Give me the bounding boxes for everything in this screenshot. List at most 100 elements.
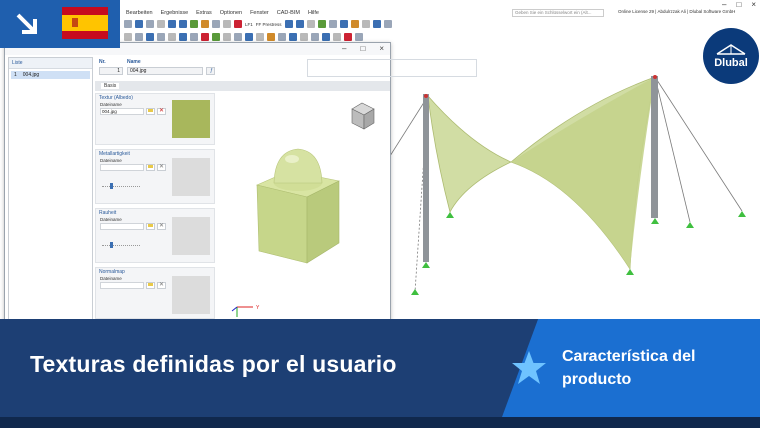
rotate-icon[interactable] xyxy=(245,33,253,41)
tab-basis[interactable]: Basis xyxy=(101,83,120,89)
display-icon[interactable] xyxy=(306,20,315,28)
grid-icon[interactable] xyxy=(157,33,165,41)
print-icon[interactable] xyxy=(157,20,165,28)
load-case-icon[interactable] xyxy=(234,20,242,28)
delete-file-icon[interactable]: ✕ xyxy=(157,164,166,171)
member-icon[interactable] xyxy=(328,20,337,28)
copy-icon[interactable] xyxy=(223,33,231,41)
file-input[interactable] xyxy=(100,164,144,171)
close-icon[interactable]: × xyxy=(751,0,756,9)
move-icon[interactable] xyxy=(234,33,242,41)
delete-file-icon[interactable]: ✕ xyxy=(157,282,166,289)
surface-icon[interactable] xyxy=(339,20,348,28)
top-view-icon[interactable] xyxy=(311,33,319,41)
file-input[interactable]: 004.jpg xyxy=(100,108,144,115)
render-icon[interactable] xyxy=(223,20,231,28)
view-icon[interactable] xyxy=(212,20,220,28)
toolbar-row-1: LF1 FF Prestress xyxy=(120,18,760,30)
side-view-icon[interactable] xyxy=(322,33,330,41)
name-label: Name xyxy=(127,59,141,65)
load-icon[interactable] xyxy=(267,33,275,41)
next-icon[interactable] xyxy=(295,20,304,28)
line-icon[interactable] xyxy=(146,33,154,41)
snap-icon[interactable] xyxy=(168,33,176,41)
calculate-icon[interactable] xyxy=(190,20,198,28)
minimize-icon[interactable]: – xyxy=(722,0,726,9)
maximize-icon[interactable]: □ xyxy=(736,0,741,9)
model-viewport[interactable] xyxy=(390,44,760,319)
clear-icon[interactable] xyxy=(344,33,352,41)
support-icon xyxy=(686,222,694,228)
arrow-down-right-icon xyxy=(0,0,54,48)
wireframe-icon[interactable] xyxy=(333,33,341,41)
tab-bar: Basis xyxy=(95,81,390,91)
minimize-icon[interactable]: – xyxy=(342,44,346,53)
menu-hilfe[interactable]: Hilfe xyxy=(308,10,319,16)
save-icon[interactable] xyxy=(146,20,154,28)
check-icon[interactable] xyxy=(212,33,220,41)
new-file-icon[interactable] xyxy=(124,20,132,28)
section-roughness: Rauheit Dateiname ✕ xyxy=(95,208,215,263)
file-input[interactable] xyxy=(100,282,144,289)
language-badge xyxy=(0,0,120,48)
support-icon[interactable] xyxy=(317,20,326,28)
metalness-slider[interactable] xyxy=(102,186,140,188)
banner-title: Texturas definidas por el usuario xyxy=(30,351,397,377)
results-icon[interactable] xyxy=(201,20,209,28)
open-file-icon[interactable] xyxy=(135,20,143,28)
menu-optionen[interactable]: Optionen xyxy=(220,10,242,16)
texture-preview[interactable]: Y xyxy=(217,93,389,339)
slider-thumb[interactable] xyxy=(110,242,113,248)
select-icon[interactable] xyxy=(124,33,132,41)
delete-file-icon[interactable]: ✕ xyxy=(157,108,166,115)
browse-folder-icon[interactable] xyxy=(146,164,155,171)
image-placeholder-icon xyxy=(172,217,210,255)
menu-extras[interactable]: Extras xyxy=(196,10,212,16)
mast-left xyxy=(423,94,429,262)
delete-icon[interactable] xyxy=(201,33,209,41)
pan-icon[interactable] xyxy=(383,20,392,28)
undo-icon[interactable] xyxy=(168,20,176,28)
list-header: Liste xyxy=(9,58,92,69)
section-metalness: Metallartigkeit Dateiname ✕ xyxy=(95,149,215,204)
browse-folder-icon[interactable] xyxy=(146,282,155,289)
section-icon[interactable] xyxy=(350,20,359,28)
menu-cad-bim[interactable]: CAD-BIM xyxy=(277,10,300,16)
delete-file-icon[interactable]: ✕ xyxy=(157,223,166,230)
measure-icon[interactable] xyxy=(190,33,198,41)
texture-dialog: – □ × Liste 1 004.jpg Nr. 1 Name 004.jpg… xyxy=(4,42,477,342)
browse-folder-icon[interactable] xyxy=(146,108,155,115)
file-input[interactable] xyxy=(100,223,144,230)
section-albedo: Textur (Albedo) Dateiname 004.jpg ✕ xyxy=(95,93,215,145)
support-icon xyxy=(446,212,454,218)
redo-icon[interactable] xyxy=(179,20,187,28)
filter-icon[interactable] xyxy=(361,20,370,28)
mirror-icon[interactable] xyxy=(256,33,264,41)
search-input[interactable]: Geben Sie ein Schlüsselwort ein (Alt... xyxy=(512,9,604,17)
iso-view-icon[interactable] xyxy=(289,33,297,41)
settings-icon[interactable] xyxy=(355,33,363,41)
load-case-label[interactable]: LF1 xyxy=(245,22,253,27)
slider-thumb[interactable] xyxy=(110,183,113,189)
name-field[interactable]: 004.jpg xyxy=(127,67,203,75)
browse-folder-icon[interactable] xyxy=(146,223,155,230)
dimension-icon[interactable] xyxy=(179,33,187,41)
zoom-icon[interactable] xyxy=(372,20,381,28)
close-icon[interactable]: × xyxy=(379,44,384,53)
list-item[interactable]: 1 004.jpg xyxy=(11,71,90,79)
load-case-name[interactable]: FF Prestress xyxy=(256,22,282,27)
node-icon[interactable] xyxy=(135,33,143,41)
no-field[interactable]: 1 xyxy=(99,67,123,75)
front-view-icon[interactable] xyxy=(300,33,308,41)
menu-ergebnisse[interactable]: Ergebnisse xyxy=(161,10,189,16)
window-controls: – □ × xyxy=(722,0,756,9)
maximize-icon[interactable]: □ xyxy=(360,44,365,53)
mast-right xyxy=(651,76,658,218)
section-title: Metallartigkeit xyxy=(99,151,130,157)
wind-icon[interactable] xyxy=(278,33,286,41)
prev-icon[interactable] xyxy=(284,20,293,28)
edit-name-button[interactable]: ƒ xyxy=(206,67,215,75)
menu-bearbeiten[interactable]: Bearbeiten xyxy=(126,10,153,16)
menu-fenster[interactable]: Fenster xyxy=(250,10,269,16)
roughness-slider[interactable] xyxy=(102,245,140,247)
